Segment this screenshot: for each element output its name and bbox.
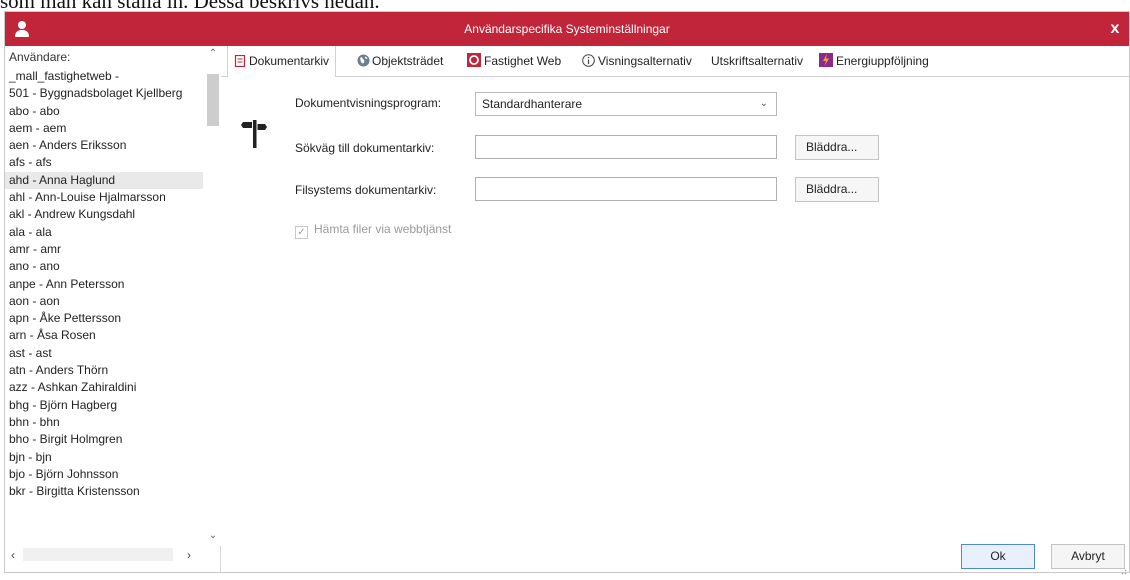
list-item[interactable]: bjo - Björn Johnsson [5,466,203,483]
list-item[interactable]: _mall_fastighetweb - [5,68,203,85]
globe-icon [357,48,370,67]
list-item[interactable]: amr - amr [5,241,203,258]
signpost-icon [241,116,269,152]
vertical-scrollbar[interactable]: ⌃ ⌄ [205,46,221,546]
archive-path-label: Sökväg till dokumentarkiv: [295,141,435,155]
tab-label: Visningsalternativ [598,54,692,68]
tab-label: Dokumentarkiv [249,54,330,68]
list-item[interactable]: ala - ala [5,224,203,241]
energy-icon [819,48,833,67]
browse-archive-button[interactable]: Bläddra... [795,135,879,160]
list-item[interactable]: bkr - Birgitta Kristensson [5,483,203,500]
list-item[interactable]: 501 - Byggnadsbolaget Kjellberg [5,85,203,102]
list-item[interactable]: afs - afs [5,154,203,171]
document-archive-icon [234,48,246,68]
scroll-thumb[interactable] [207,74,219,126]
list-item[interactable]: azz - Ashkan Zahiraldini [5,379,203,396]
list-item[interactable]: atn - Anders Thörn [5,362,203,379]
tab-dokumentarkiv[interactable]: Dokumentarkiv [227,46,337,77]
tab-label: Fastighet Web [484,54,562,68]
ok-button[interactable]: Ok [961,544,1035,569]
list-item[interactable]: aem - aem [5,120,203,137]
list-item[interactable]: bhg - Björn Hagberg [5,397,203,414]
list-item[interactable]: ahd - Anna Haglund [5,171,203,190]
list-item[interactable]: bhn - bhn [5,414,203,431]
tab-visningsalternativ[interactable]: Visningsalternativ [582,46,692,76]
list-item[interactable]: anpe - Ann Petersson [5,276,203,293]
webservice-checkbox[interactable]: ✓ [295,226,308,239]
settings-dialog: Användarspecifika Systeminställningar x … [4,11,1130,575]
cancel-button[interactable]: Avbryt [1051,544,1125,569]
chevron-down-icon: ⌄ [759,98,768,109]
filesystem-label: Filsystems dokumentarkiv: [295,183,437,197]
document-text-fragment: som man kan ställa in. Dessa beskrivs ne… [0,0,1130,11]
viewer-label: Dokumentvisningsprogram: [295,96,442,110]
list-item[interactable]: akl - Andrew Kungsdahl [5,206,203,223]
tab-label: Utskriftsalternativ [711,54,804,68]
list-item[interactable]: abo - abo [5,103,203,120]
horizontal-scrollbar[interactable]: ‹ › [5,546,205,564]
list-item[interactable]: ahl - Ann-Louise Hjalmarsson [5,189,203,206]
window-title: Användarspecifika Systeminställningar [464,22,670,36]
filesystem-input[interactable] [475,177,777,201]
tab-utskriftsalternativ[interactable]: Utskriftsalternativ [711,46,803,76]
webservice-checkbox-row: ✓ Hämta filer via webbtjänst [295,222,451,239]
horizontal-scroll-track[interactable] [23,548,173,561]
list-item[interactable]: bho - Birgit Holmgren [5,431,203,448]
archive-path-input[interactable] [475,135,777,159]
scroll-right-icon[interactable]: › [181,546,197,564]
scroll-left-icon[interactable]: ‹ [5,546,21,564]
users-header: Användare: [9,50,71,64]
viewer-select-value: Standardhanterare [482,97,583,111]
list-item[interactable]: aen - Anders Eriksson [5,137,203,154]
list-item[interactable]: arn - Åsa Rosen [5,327,203,344]
list-item[interactable]: ano - ano [5,258,203,275]
viewer-select[interactable]: Standardhanterare ⌄ [475,92,777,116]
info-icon [582,48,595,67]
scroll-up-icon[interactable]: ⌃ [205,46,221,62]
tab-objektstradet[interactable]: Objektsträdet [357,46,443,76]
tab-label: Objektsträdet [372,54,444,68]
scroll-down-icon[interactable]: ⌄ [205,528,221,544]
tab-label: Energiuppföljning [836,54,929,68]
list-item[interactable]: apn - Åke Pettersson [5,310,203,327]
tab-fastighet-web[interactable]: Fastighet Web [467,46,561,76]
user-list[interactable]: _mall_fastighetweb -501 - Byggnadsbolage… [5,68,203,546]
tab-bar: Dokumentarkiv Objektsträdet Fastighet We… [221,46,1129,77]
browse-filesystem-button[interactable]: Bläddra... [795,177,879,202]
fastighet-web-icon [467,48,481,67]
close-button[interactable]: x [1105,12,1125,46]
title-bar: Användarspecifika Systeminställningar x [5,12,1129,46]
resize-grip-icon[interactable] [1119,562,1127,575]
list-item[interactable]: ast - ast [5,345,203,362]
list-item[interactable]: bjn - bjn [5,449,203,466]
user-sidebar: Användare: _mall_fastighetweb -501 - Byg… [5,46,221,572]
tab-content-dokumentarkiv: Dokumentvisningsprogram: Standardhantera… [221,77,1129,575]
tab-energiuppfoljning[interactable]: Energiuppföljning [819,46,929,76]
list-item[interactable]: aon - aon [5,293,203,310]
webservice-checkbox-label: Hämta filer via webbtjänst [314,222,452,236]
